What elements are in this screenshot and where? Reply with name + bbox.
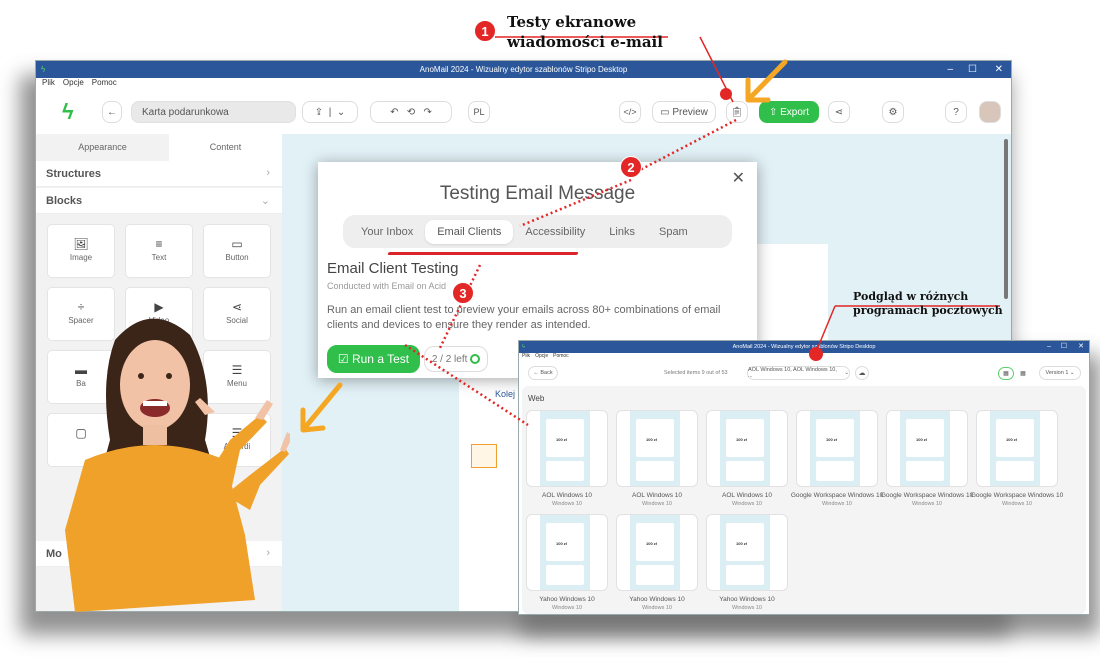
- pointer-dot: [809, 347, 823, 361]
- pointer-line: [815, 305, 836, 353]
- arrow-icon: [300, 382, 343, 433]
- dotted-path: [404, 118, 737, 427]
- annotation-overlay: [300, 36, 1000, 433]
- pointer-dot: [720, 88, 732, 100]
- step-1-badge: 1: [474, 20, 496, 42]
- step-3-badge: 3: [452, 282, 474, 304]
- step-2-badge: 2: [620, 156, 642, 178]
- arrow-icon: [745, 59, 788, 103]
- annotation-text: Podgląd w różnych programach pocztowych: [853, 290, 1003, 317]
- annotation-text: Testy ekranowe wiadomości e-mail: [507, 13, 663, 51]
